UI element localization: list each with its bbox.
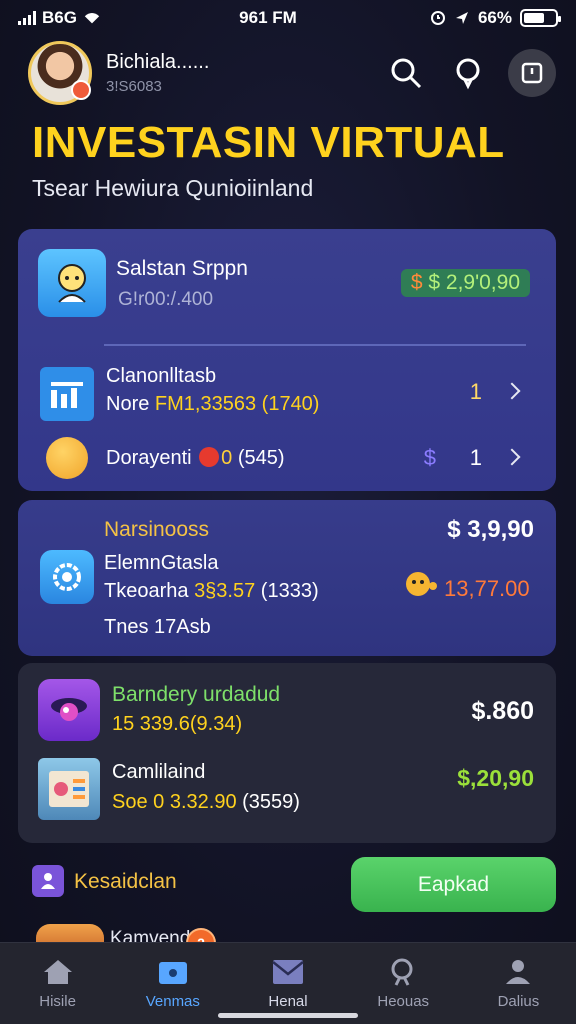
- clock: 961 FM: [239, 8, 297, 27]
- home-indicator: [218, 1013, 358, 1018]
- detail-value: 0 3.32.90: [153, 791, 237, 813]
- coin-icon: [46, 437, 88, 479]
- app-icon-document: [38, 758, 100, 820]
- item-detail: Nore FM1,33563 (1740): [106, 393, 319, 416]
- emoji-icon: [406, 572, 437, 596]
- item-detail: Tkeoarha 3§3.57 (1333): [104, 580, 319, 603]
- nav-item-search[interactable]: Heouas: [346, 943, 461, 1024]
- item-price: $.860: [471, 697, 534, 725]
- item-detail: Soe 0 3.32.90 (3559): [112, 791, 300, 814]
- page-title: INVESTASIN VIRTUAL: [32, 118, 505, 167]
- detail-suffix: (3559): [242, 791, 300, 813]
- nav-label: Heouas: [377, 993, 430, 1010]
- avatar[interactable]: [28, 41, 92, 105]
- chevron-right-icon[interactable]: [503, 382, 521, 400]
- nav-label: Henal: [268, 993, 308, 1010]
- nav-item-portfolio[interactable]: Venmas: [115, 943, 230, 1024]
- bottom-nav: Hisile Venmas Henal Heouas Dalius: [0, 942, 576, 1024]
- gear-icon: [53, 563, 81, 591]
- alert-dot-icon: [199, 447, 220, 467]
- portfolio-card-secondary[interactable]: Narsinooss $ 3,9,90 ElemnGtasla Tkeoarha…: [18, 500, 556, 656]
- item-name: ElemnGtasla: [104, 552, 219, 574]
- search-icon: [391, 958, 413, 986]
- card-total: $ 3,9,90: [447, 516, 534, 543]
- card-header: Narsinooss: [104, 518, 210, 541]
- recent-label: Kesaidclan: [74, 870, 177, 893]
- nav-item-home[interactable]: Hisile: [0, 943, 115, 1024]
- home-icon: [43, 960, 72, 984]
- item-price: $ $ 2,9'0,90: [400, 269, 530, 297]
- nav-item-profile[interactable]: Dalius: [461, 943, 576, 1024]
- item-name: Salstan Srppn: [116, 257, 248, 280]
- carrier-label: B6G: [42, 8, 77, 27]
- detail-prefix: Dorayenti: [106, 447, 192, 469]
- person-icon: [41, 873, 55, 889]
- wallet-icon: [158, 962, 187, 984]
- bell-icon: [456, 58, 480, 90]
- app-icon-game: [38, 679, 100, 741]
- portfolio-card-tertiary[interactable]: Barndery urdadud 15 339.6(9.34) $.860 Ca…: [18, 663, 556, 843]
- currency-symbol: $: [423, 445, 436, 470]
- nav-item-market[interactable]: Henal: [230, 943, 345, 1024]
- action-button[interactable]: Eapkad: [351, 857, 556, 912]
- detail-prefix: Tkeoarha: [104, 580, 189, 602]
- signal-icon: [18, 11, 36, 25]
- app-icon-gear: [40, 550, 94, 604]
- header: Bichiala...... 3!S6083: [28, 40, 556, 106]
- bar-chart-icon: [51, 382, 83, 408]
- item-subtext: G!r00:/.400: [118, 289, 214, 310]
- document-icon: [49, 771, 89, 807]
- mail-icon: [272, 960, 304, 984]
- item-footer: Tnes 17Аsb: [104, 616, 211, 638]
- item-value: 13,77.00: [444, 576, 530, 601]
- item-name: Camlilaind: [112, 761, 206, 783]
- chevron-right-icon[interactable]: [503, 448, 521, 466]
- detail-suffix: (545): [237, 447, 285, 469]
- detail-suffix: (1333): [260, 580, 319, 602]
- user-name: Bichiala......: [106, 51, 210, 73]
- item-count: 1: [469, 379, 482, 404]
- item-price: $,20,90: [457, 765, 534, 791]
- nav-label: Dalius: [497, 993, 540, 1010]
- page-subtitle: Tsear Hewiura Qunioiinland: [32, 175, 314, 201]
- menu-button[interactable]: [508, 49, 556, 97]
- item-price-value: $ 2,9'0,90: [428, 271, 520, 294]
- wifi-icon: [84, 13, 100, 24]
- location-icon: [455, 12, 468, 24]
- divider: [104, 344, 526, 346]
- item-name: Clanonlltasb: [106, 365, 217, 387]
- nav-label: Hisile: [39, 993, 76, 1010]
- item-detail: 15 339.6(9.34): [112, 713, 243, 735]
- battery-icon: [520, 9, 561, 27]
- user-id: 3!S6083: [106, 78, 162, 95]
- detail-value: 3§3.57: [194, 580, 256, 602]
- item-count: 1: [469, 445, 482, 470]
- portfolio-card-primary[interactable]: Salstan Srppn G!r00:/.400 $ $ 2,9'0,90 C…: [18, 229, 556, 491]
- detail-prefix: Soe: [112, 791, 148, 813]
- detail-highlight: FM1,33563: [154, 393, 257, 415]
- item-detail: Dorayenti 0 (545): [106, 447, 285, 470]
- detail-suffix: (1740): [261, 393, 320, 415]
- profile-icon: [506, 960, 531, 984]
- search-button[interactable]: [384, 51, 428, 95]
- status-bar: B6G 961 FM 66%: [0, 0, 576, 36]
- battery-percent: 66%: [477, 8, 512, 27]
- avatar-badge: [71, 80, 91, 100]
- item-name: Barndery urdadud: [112, 683, 281, 706]
- search-icon: [391, 58, 422, 89]
- detail-mid: 0: [221, 447, 233, 469]
- notifications-button[interactable]: [446, 51, 490, 95]
- nav-label: Venmas: [145, 993, 200, 1010]
- game-icon: [51, 698, 87, 721]
- detail-prefix: Nore: [106, 393, 150, 415]
- alarm-icon: [430, 11, 445, 25]
- panel-icon: [521, 62, 543, 84]
- app-icon-chart: [40, 367, 94, 421]
- character-icon: [58, 264, 86, 303]
- app-icon-character: [38, 249, 106, 317]
- recent-icon: [32, 865, 64, 897]
- battery-fill: [524, 13, 544, 23]
